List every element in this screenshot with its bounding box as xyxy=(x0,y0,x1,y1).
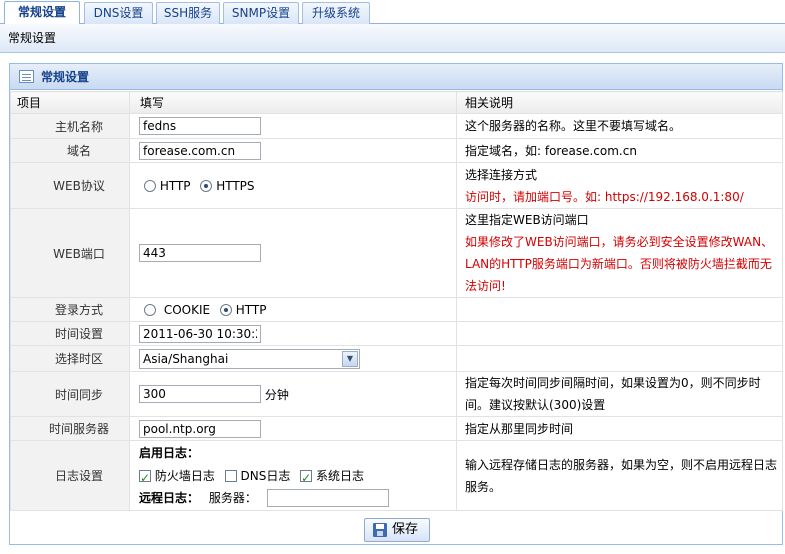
cookie-radio[interactable] xyxy=(144,303,156,316)
https-radio-label: HTTPS xyxy=(216,178,255,193)
timezone-select[interactable]: Asia/Shanghai ▼ xyxy=(139,348,360,369)
https-radio[interactable] xyxy=(200,179,213,192)
table-row: 域名 指定域名，如: forease.com.cn xyxy=(10,138,783,163)
time-setting-label: 时间设置 xyxy=(10,321,130,346)
time-setting-input[interactable] xyxy=(139,324,261,343)
table-header-row: 项目 填写 相关说明 xyxy=(10,91,783,114)
time-sync-label: 时间同步 xyxy=(10,371,130,417)
time-server-description: 指定从那里同步时间 xyxy=(456,416,783,441)
web-protocol-label: WEB协议 xyxy=(10,162,130,209)
table-row: 选择时区 Asia/Shanghai ▼ xyxy=(10,345,783,372)
tab-general-settings[interactable]: 常规设置 xyxy=(4,1,80,25)
http-radio[interactable] xyxy=(144,179,156,192)
table-row: 主机名称 这个服务器的名称。这里不要填写域名。 xyxy=(10,113,783,139)
time-setting-description xyxy=(456,321,783,346)
panel-header: 常规设置 xyxy=(10,64,782,90)
save-button-label: 保存 xyxy=(392,522,419,537)
time-sync-unit: 分钟 xyxy=(264,387,289,402)
log-setting-description: 输入远程存储日志的服务器，如果为空，则不启用远程日志服务。 xyxy=(456,440,783,511)
column-header-fill: 填写 xyxy=(129,91,457,114)
table-row: WEB端口 这里指定WEB访问端口 如果修改了WEB访问端口，请务必到安全设置修… xyxy=(10,208,783,298)
firewall-log-label: 防火墙日志 xyxy=(154,468,215,483)
table-icon xyxy=(19,70,34,83)
settings-table: 项目 填写 相关说明 主机名称 这个服务器的名称。这里不要填写域名。 域名 指定… xyxy=(10,91,783,511)
tab-upgrade-system[interactable]: 升级系统 xyxy=(302,2,370,24)
column-header-description: 相关说明 xyxy=(456,91,783,114)
table-row: 日志设置 启用日志： 防火墙日志 DNS日志 系统日志 远程日志： 服务器： xyxy=(10,440,783,511)
login-http-radio[interactable] xyxy=(219,303,232,316)
hostname-input[interactable] xyxy=(139,117,261,135)
http-radio-label: HTTP xyxy=(159,178,191,193)
chevron-down-icon[interactable]: ▼ xyxy=(342,350,358,367)
remote-log-title: 远程日志： xyxy=(139,491,200,505)
system-log-label: 系统日志 xyxy=(316,468,365,483)
table-row: 登录方式 COOKIE HTTP xyxy=(10,297,783,322)
login-mode-label: 登录方式 xyxy=(10,297,130,322)
dns-log-label: DNS日志 xyxy=(240,468,291,483)
table-row: WEB协议 HTTP HTTPS 选择连接方式 访问时，请加端口号。如: htt… xyxy=(10,162,783,209)
web-port-warning: 如果修改了WEB访问端口，请务必到安全设置修改WAN、LAN的HTTP服务端口为… xyxy=(465,235,774,293)
login-mode-description xyxy=(456,297,783,322)
time-sync-description: 指定每次时间同步间隔时间，如果设置为0，则不同步时间。建议按默认(300)设置 xyxy=(456,371,783,417)
tab-bar: 常规设置 DNS设置 SSH服务 SNMP设置 升级系统 xyxy=(0,0,785,25)
panel-title: 常规设置 xyxy=(41,70,90,84)
table-row: 时间服务器 指定从那里同步时间 xyxy=(10,416,783,441)
timezone-selected-value: Asia/Shanghai xyxy=(143,351,229,366)
time-server-label: 时间服务器 xyxy=(10,416,130,441)
web-port-description: 这里指定WEB访问端口 xyxy=(465,213,589,227)
column-header-item: 项目 xyxy=(10,91,130,114)
timezone-description xyxy=(456,345,783,372)
dns-log-checkbox[interactable] xyxy=(224,469,237,482)
domain-input[interactable] xyxy=(139,141,261,160)
button-row: 保存 xyxy=(10,515,782,545)
floppy-disk-icon xyxy=(373,523,387,537)
domain-description: 指定域名，如: forease.com.cn xyxy=(456,138,783,163)
login-http-radio-label: HTTP xyxy=(235,302,267,317)
web-port-input[interactable] xyxy=(139,244,261,262)
time-server-input[interactable] xyxy=(139,419,261,438)
page-title: 常规设置 xyxy=(0,24,785,53)
cookie-radio-label: COOKIE xyxy=(163,302,211,317)
tab-dns-settings[interactable]: DNS设置 xyxy=(84,2,153,24)
tab-snmp-settings[interactable]: SNMP设置 xyxy=(223,2,299,24)
time-sync-input[interactable] xyxy=(139,385,261,403)
remote-server-input[interactable] xyxy=(266,489,389,507)
settings-panel: 常规设置 项目 填写 相关说明 主机名称 这个服务器的名称。这里不要填写域名。 … xyxy=(9,63,783,545)
enable-log-title: 启用日志： xyxy=(139,446,200,460)
timezone-label: 选择时区 xyxy=(10,345,130,372)
domain-label: 域名 xyxy=(10,138,130,163)
save-button[interactable]: 保存 xyxy=(364,518,430,542)
firewall-log-checkbox[interactable] xyxy=(139,467,151,489)
tab-ssh-service[interactable]: SSH服务 xyxy=(156,2,220,24)
table-row: 时间设置 xyxy=(10,321,783,346)
web-protocol-note: 访问时，请加端口号。如: https://192.168.0.1:80/ xyxy=(465,189,744,204)
remote-server-label: 服务器： xyxy=(208,491,257,505)
hostname-description: 这个服务器的名称。这里不要填写域名。 xyxy=(456,113,783,139)
table-row: 时间同步 分钟 指定每次时间同步间隔时间，如果设置为0，则不同步时间。建议按默认… xyxy=(10,371,783,417)
web-port-label: WEB端口 xyxy=(10,208,130,298)
system-log-checkbox[interactable] xyxy=(300,467,313,489)
hostname-label: 主机名称 xyxy=(10,113,130,139)
web-protocol-description: 选择连接方式 xyxy=(465,167,538,182)
log-setting-label: 日志设置 xyxy=(10,440,130,511)
